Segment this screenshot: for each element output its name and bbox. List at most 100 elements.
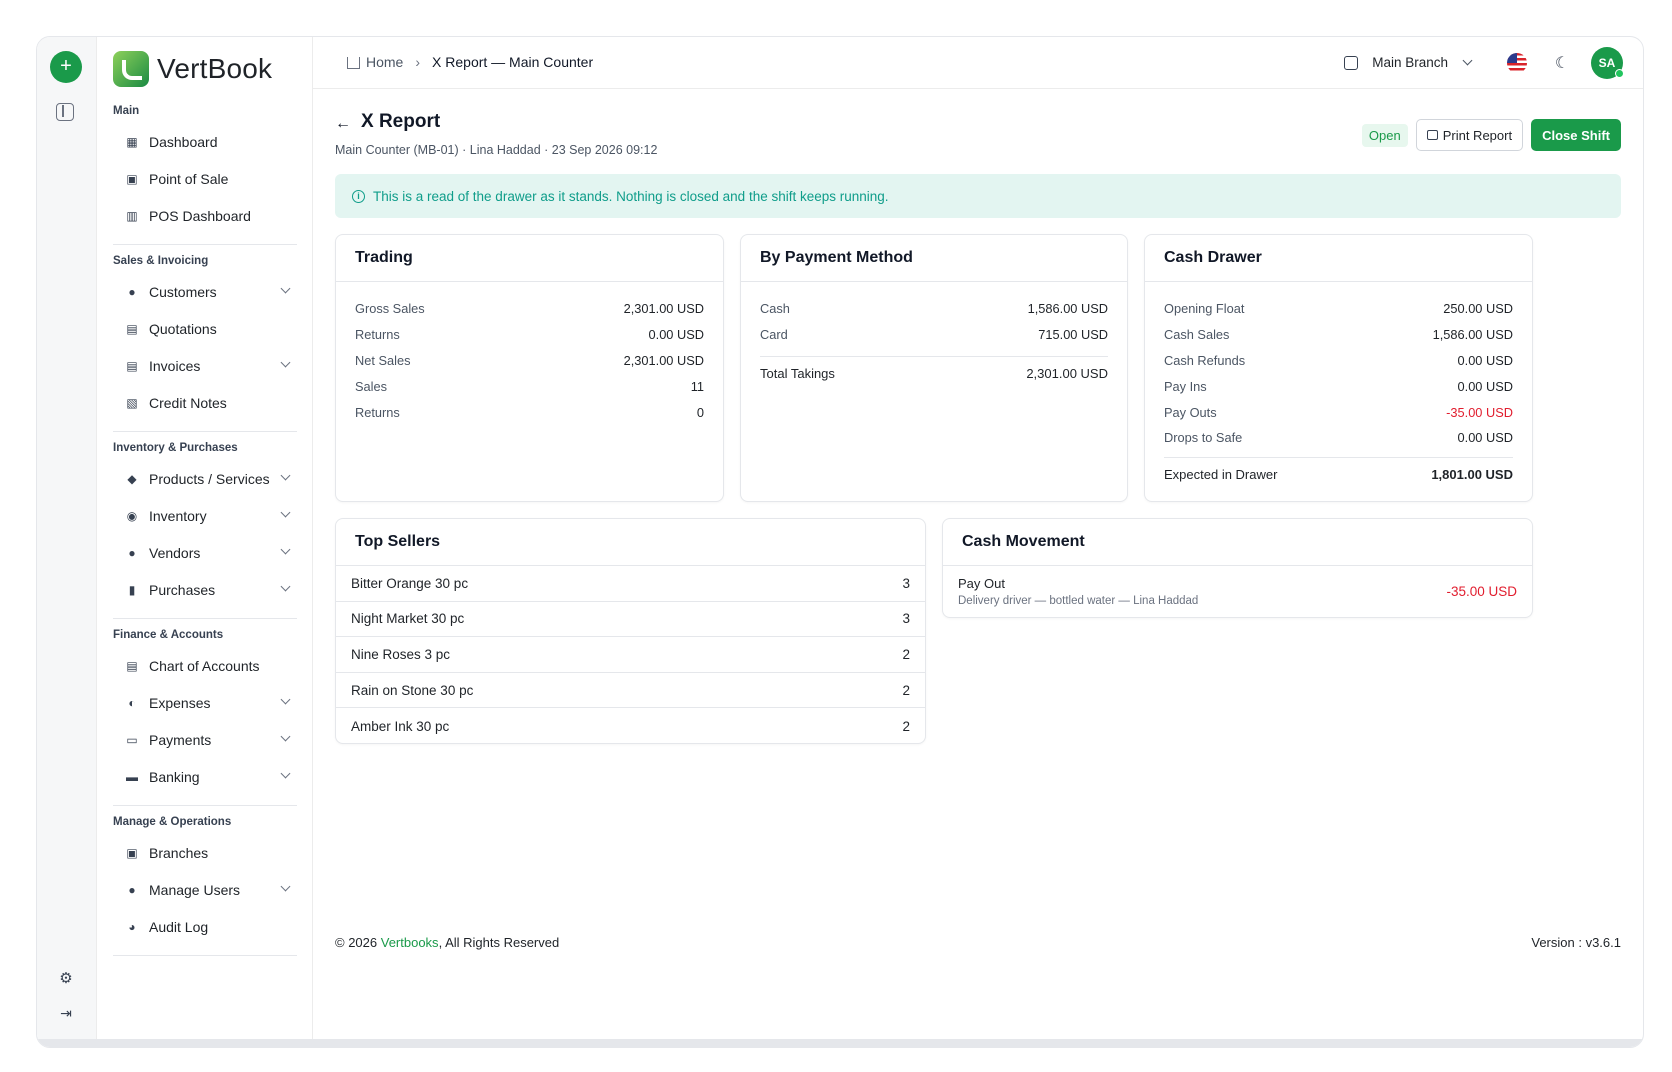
logout-icon[interactable]: ⇥	[57, 1005, 75, 1023]
kv-value: 1,586.00 USD	[1432, 327, 1513, 343]
sidebar-item-branches[interactable]: ▣ Branches	[113, 834, 297, 871]
sidebar-item-label: Quotations	[149, 320, 217, 337]
chevron-down-icon	[280, 881, 291, 892]
kv-label: Gross Sales	[355, 301, 425, 317]
close-shift-button[interactable]: Close Shift	[1531, 119, 1621, 151]
kv-value: 715.00 USD	[1038, 327, 1108, 343]
nav-divider	[113, 805, 297, 806]
icon-rail: + ⚙ ⇥	[37, 37, 97, 1047]
print-report-button[interactable]: Print Report	[1415, 119, 1524, 151]
trading-card-title: Trading	[336, 235, 723, 282]
kv-row: Gross Sales 2,301.00 USD	[336, 296, 723, 322]
nav-section-3: Finance & Accounts ▤ Chart of Accounts ◐ Exp…	[113, 629, 297, 820]
drawer-card-title: Cash Drawer	[1145, 235, 1532, 282]
trading-rows: Gross Sales 2,301.00 USD Returns 0.00 USD Ne…	[336, 282, 723, 425]
sidebar-item-banking[interactable]: ▬ Banking	[113, 758, 297, 795]
kv-value: 0.00 USD	[648, 327, 704, 343]
audit-icon: ◕	[128, 919, 136, 934]
breadcrumb-home-label: Home	[366, 54, 404, 70]
kv-value: 0.00 USD	[1457, 378, 1513, 394]
sidebar-item-label: Point of Sale	[149, 170, 229, 187]
branch-selector[interactable]: Main Branch	[1344, 55, 1473, 70]
kv-value: 0.00 USD	[1457, 352, 1513, 368]
expected-drawer-value: 1,801.00 USD	[1431, 466, 1513, 482]
user-avatar[interactable]: SA	[1591, 47, 1624, 79]
dark-mode-moon-icon[interactable]: ☾	[1553, 53, 1571, 72]
sidebar-item-payments[interactable]: ▭ Payments	[113, 721, 297, 758]
bank-icon: ▬	[126, 769, 138, 784]
main-content: ← X Report Main Counter (MB-01) · Lina H…	[313, 89, 1643, 1047]
company-link[interactable]: Vertbooks	[381, 935, 439, 950]
payment-card-title: By Payment Method	[741, 235, 1127, 282]
top-sellers-list: Bitter Orange 30 pc 3 Night Market 30 pc 3 N…	[336, 566, 925, 743]
kv-label: Net Sales	[355, 352, 411, 368]
kv-value: 0.00 USD	[1457, 430, 1513, 446]
table-row: Night Market 30 pc 3	[336, 602, 925, 638]
sidebar-item-chart-of-accounts[interactable]: ▤ Chart of Accounts	[113, 647, 297, 684]
sidebar-item-products-services[interactable]: ◆ Products / Services	[113, 460, 297, 497]
movement-type: Pay Out	[958, 576, 1005, 591]
brand-logo[interactable]: VertBook	[113, 51, 272, 87]
chevron-down-icon	[280, 507, 291, 518]
nav-section-title: Finance & Accounts	[113, 629, 224, 641]
chevron-down-icon	[280, 768, 291, 779]
list-item: Pay Out Delivery driver — bottled water —…	[943, 566, 1532, 615]
total-takings-label: Total Takings	[760, 365, 835, 381]
quick-add-button[interactable]: +	[50, 51, 82, 83]
chevron-down-icon	[280, 544, 291, 555]
sidebar-item-audit-log[interactable]: ◕ Audit Log	[113, 908, 297, 945]
sidebar-item-customers[interactable]: ● Customers	[113, 273, 297, 310]
kv-value: 1,586.00 USD	[1027, 301, 1108, 317]
top-sellers-card: Top Sellers Bitter Orange 30 pc 3 Night Ma…	[335, 518, 926, 744]
sidebar-item-manage-users[interactable]: ● Manage Users	[113, 871, 297, 908]
total-takings-row: Total Takings 2,301.00 USD	[760, 355, 1108, 390]
chevron-down-icon	[280, 581, 291, 592]
breadcrumb-home[interactable]: Home	[347, 54, 403, 70]
kv-label: Cash Sales	[1164, 327, 1230, 343]
brand-name: VertBook	[157, 53, 273, 84]
sidebar-item-point-of-sale[interactable]: ▣ Point of Sale	[113, 160, 297, 197]
bottom-scrollbar[interactable]	[37, 1039, 1643, 1047]
product-name: Amber Ink 30 pc	[351, 718, 450, 734]
kv-row: Returns 0	[336, 399, 723, 425]
sidebar-item-dashboard[interactable]: ▦ Dashboard	[113, 123, 297, 160]
home-icon	[347, 57, 360, 69]
product-name: Bitter Orange 30 pc	[351, 575, 469, 591]
settings-gear-icon[interactable]: ⚙	[57, 969, 75, 987]
back-arrow-icon[interactable]: ←	[335, 115, 351, 133]
copyright-suffix: , All Rights Reserved	[438, 935, 560, 950]
invoice-icon: ▤	[126, 358, 138, 373]
copyright: © 2026 Vertbooks, All Rights Reserved	[335, 935, 559, 950]
movement-amount: -35.00 USD	[1446, 584, 1517, 599]
page-subtitle: Main Counter (MB-01) · Lina Haddad · 23 …	[335, 143, 658, 157]
sidebar-item-credit-notes[interactable]: ▧ Credit Notes	[113, 384, 297, 421]
us-flag-icon[interactable]	[1507, 53, 1527, 73]
sidebar-item-label: Manage Users	[149, 881, 241, 898]
kv-label: Sales	[355, 378, 388, 394]
kv-label: Drops to Safe	[1164, 430, 1243, 446]
kv-label: Cash Refunds	[1164, 352, 1246, 368]
kv-label: Card	[760, 327, 788, 343]
info-icon: i	[352, 189, 365, 203]
chevron-down-icon	[280, 470, 291, 481]
users-icon: ●	[128, 284, 136, 299]
sidebar-item-vendors[interactable]: ● Vendors	[113, 534, 297, 571]
brand-mark-icon	[113, 51, 149, 87]
printer-icon	[1426, 130, 1438, 140]
sidebar-item-invoices[interactable]: ▤ Invoices	[113, 347, 297, 384]
sidebar-item-label: Expenses	[149, 694, 211, 711]
cash-drawer-card: Cash Drawer Opening Float 250.00 USD Cash …	[1144, 234, 1533, 502]
box-icon: ◆	[127, 471, 137, 486]
kv-label: Pay Outs	[1164, 404, 1217, 420]
vendors-icon: ●	[128, 545, 136, 560]
sidebar-item-inventory[interactable]: ◉ Inventory	[113, 497, 297, 534]
collapse-sidebar-icon[interactable]	[56, 103, 74, 121]
ledger-icon: ▤	[126, 658, 138, 673]
product-name: Nine Roses 3 pc	[351, 646, 451, 662]
sidebar-item-quotations[interactable]: ▤ Quotations	[113, 310, 297, 347]
sidebar-item-pos-dashboard[interactable]: ▥ POS Dashboard	[113, 197, 297, 234]
sidebar-item-expenses[interactable]: ◐ Expenses	[113, 684, 297, 721]
kv-row: Returns 0.00 USD	[336, 322, 723, 348]
kv-value: 11	[690, 378, 704, 394]
sidebar-item-purchases[interactable]: ▮ Purchases	[113, 571, 297, 608]
